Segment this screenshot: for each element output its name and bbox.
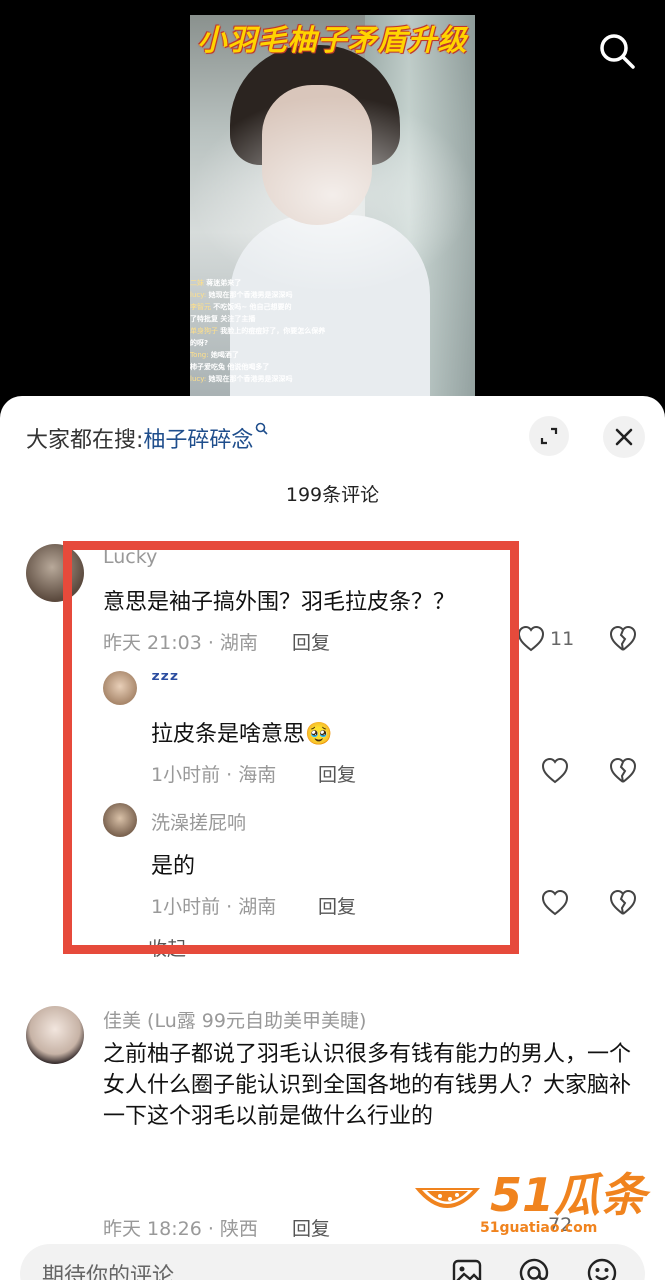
chat-line: 单身狗子 我脸上的痘痘好了，你要怎么保养 [190, 327, 326, 335]
comment-meta: 昨天 18:26 · 陕西 [103, 1218, 258, 1240]
chat-line: 二妹 蒋迷弟来了 [190, 279, 242, 287]
chat-line: 的呀? [190, 339, 209, 347]
chat-line: lucy: 她现在那个香港男是深深吗 [190, 291, 293, 299]
like-count: 11 [550, 628, 575, 650]
chat-line: 柿子爱吃兔 他说他喝多了 [190, 363, 270, 371]
expand-icon [540, 427, 558, 445]
heart-icon[interactable] [540, 756, 570, 786]
collapse-replies-button[interactable]: 收起 [104, 934, 206, 961]
reply-author[interactable]: ᶻᶻᶻ [151, 668, 179, 693]
expand-button[interactable] [529, 416, 569, 456]
video-player[interactable]: 小羽毛柚子矛盾升级 二妹 蒋迷弟来了 lucy: 她现在那个香港男是深深吗 李智… [0, 0, 665, 420]
trending-search-label: 大家都在搜: [26, 428, 144, 453]
reply-button[interactable]: 回复 [318, 760, 356, 787]
reply-text[interactable]: 是的 [151, 848, 195, 880]
reply-meta: 1小时前 · 湖南 [151, 896, 277, 918]
reply-button[interactable]: 回复 [292, 1214, 330, 1241]
reply-button[interactable]: 回复 [318, 892, 356, 919]
reply-button[interactable]: 回复 [292, 628, 330, 655]
close-icon [615, 428, 633, 446]
reply-text[interactable]: 拉皮条是啥意思🥹 [151, 716, 332, 748]
reply-author[interactable]: 洗澡搓屁响 [151, 808, 246, 835]
comment-text[interactable]: 之前柚子都说了羽毛认识很多有钱有能力的男人，一个女人什么圈子能认识到全国各地的有… [103, 1039, 643, 1132]
watermelon-logo-icon [415, 1188, 480, 1208]
comment-author[interactable]: 佳美 (Lu露 99元自助美甲美睫) [103, 1006, 366, 1033]
watermark-url: 51guatiao.com [480, 1220, 598, 1236]
comment-text[interactable]: 意思是袖子搞外围？羽毛拉皮条？？ [103, 584, 455, 616]
broken-heart-icon[interactable] [608, 756, 638, 786]
chat-line: 了特批复 关注了主播 [190, 315, 256, 323]
avatar[interactable] [26, 544, 84, 602]
search-icon[interactable] [596, 30, 638, 72]
comment-sheet: 大家都在搜:柚子碎碎念 199条评论 Lucky 意思是袖子搞外围？羽毛拉皮条？… [0, 396, 665, 1280]
comment-author[interactable]: Lucky [103, 546, 157, 568]
trending-search-keyword[interactable]: 柚子碎碎念 [143, 428, 253, 453]
at-icon[interactable] [517, 1256, 551, 1280]
live-chat: 二妹 蒋迷弟来了 lucy: 她现在那个香港男是深深吗 李智元 不吃饭吗~ 他自… [190, 277, 390, 385]
close-button[interactable] [603, 416, 645, 458]
comment-count: 199条评论 [285, 484, 380, 506]
broken-heart-icon[interactable] [608, 624, 638, 654]
comment-input-placeholder[interactable]: 期待你的评论 [42, 1258, 174, 1280]
video-mist [190, 95, 475, 295]
comment-meta: 昨天 21:03 · 湖南 [103, 632, 258, 654]
watermark: 51瓜条 51guatiao.com [410, 1168, 655, 1238]
image-icon[interactable] [450, 1256, 484, 1280]
video-title-overlay: 小羽毛柚子矛盾升级 [197, 23, 468, 57]
heart-icon[interactable] [540, 888, 570, 918]
watermark-brand: 51瓜条 [490, 1168, 647, 1222]
chat-line: lucy: 她现在那个香港男是深深吗 [190, 375, 293, 383]
avatar[interactable] [103, 671, 137, 705]
trending-search[interactable]: 大家都在搜:柚子碎碎念 [26, 422, 269, 454]
reply-meta: 1小时前 · 海南 [151, 764, 277, 786]
broken-heart-icon[interactable] [608, 888, 638, 918]
avatar[interactable] [26, 1006, 84, 1064]
heart-icon[interactable] [516, 624, 546, 654]
video-frame[interactable]: 小羽毛柚子矛盾升级 二妹 蒋迷弟来了 lucy: 她现在那个香港男是深深吗 李智… [190, 15, 475, 410]
chat-line: 李智元 不吃饭吗~ 他自己想要的 [190, 303, 292, 311]
emoji-icon[interactable] [585, 1256, 619, 1280]
avatar[interactable] [103, 803, 137, 837]
comment-input-bar[interactable]: 期待你的评论 [20, 1244, 645, 1280]
chevron-up-icon [191, 945, 205, 954]
chat-line: Tong: 她喝酒了 [190, 351, 239, 359]
search-icon [256, 422, 269, 435]
